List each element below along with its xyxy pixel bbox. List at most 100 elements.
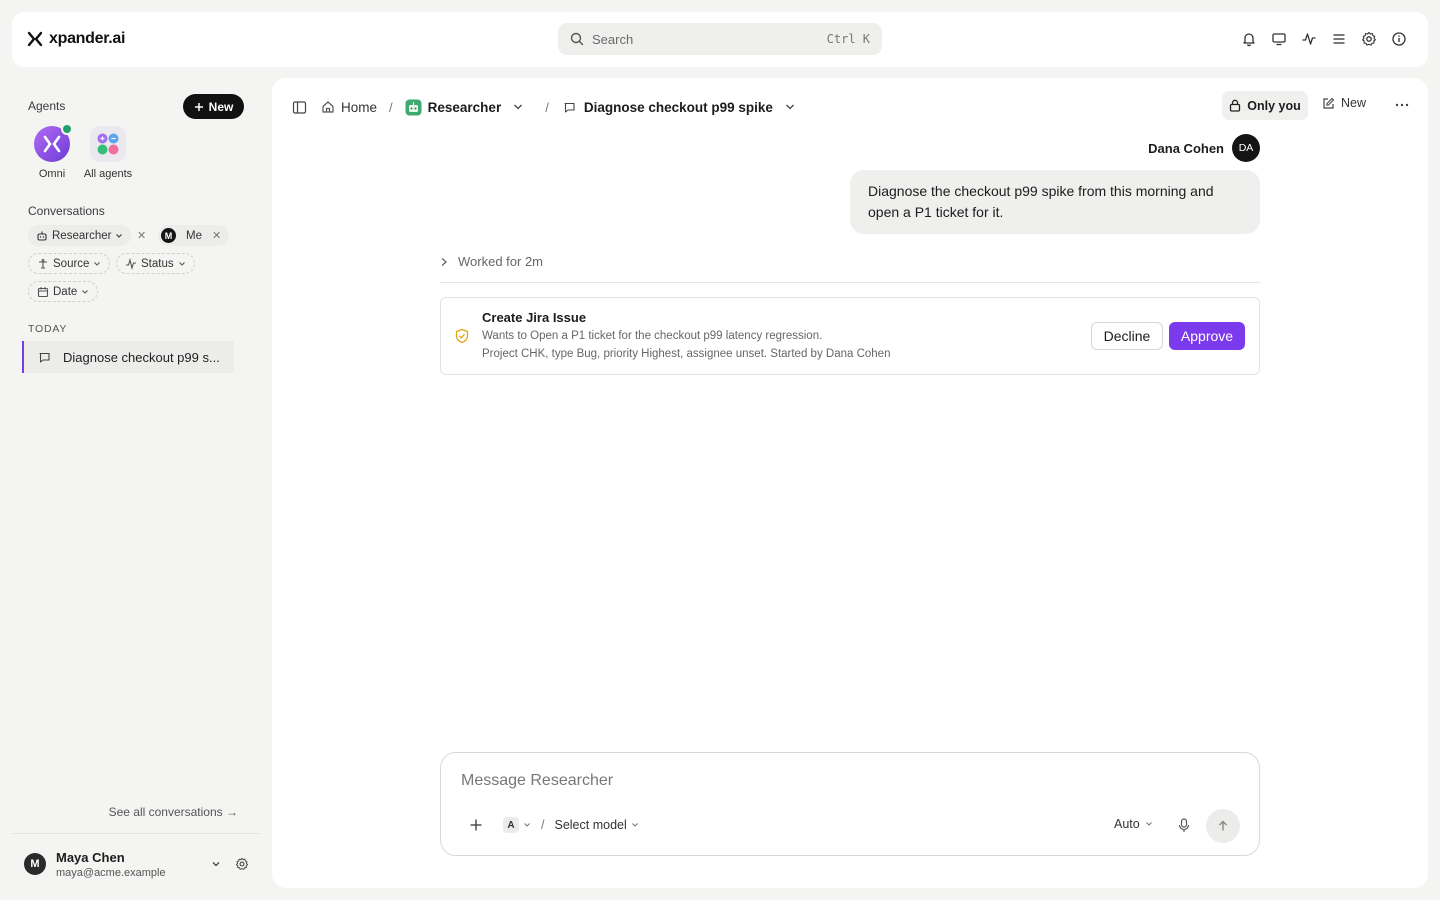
filter-source-label: Source — [53, 257, 90, 270]
visibility-label: Only you — [1247, 98, 1301, 113]
xpander-logo-icon — [27, 31, 43, 47]
filter-date-label: Date — [53, 285, 78, 298]
sidebar-toggle-icon[interactable] — [292, 100, 307, 115]
agents-heading: Agents — [28, 99, 66, 113]
settings-icon[interactable] — [1360, 30, 1378, 48]
user-name: Maya Chen — [56, 849, 125, 865]
send-button[interactable] — [1206, 809, 1240, 843]
chevron-down-icon[interactable] — [211, 859, 221, 869]
omni-avatar — [34, 123, 73, 162]
settings-icon[interactable] — [235, 857, 249, 871]
breadcrumb-separator: / — [389, 99, 393, 115]
user-message: Diagnose the checkout p99 spike from thi… — [850, 170, 1260, 234]
filter-status-label: Status — [141, 257, 174, 270]
message-line: open a P1 ticket for it. — [868, 204, 1004, 220]
home-icon — [321, 100, 335, 114]
avatar: M — [24, 853, 46, 875]
breadcrumb-agent[interactable]: Researcher — [405, 99, 524, 116]
chat-bubble-icon — [563, 101, 576, 114]
conversations-heading: Conversations — [28, 204, 105, 218]
online-status-dot — [61, 123, 73, 135]
lock-icon — [1229, 99, 1241, 112]
microphone-icon[interactable] — [1178, 818, 1190, 833]
decline-button[interactable]: Decline — [1091, 322, 1163, 350]
chevron-down-icon — [785, 102, 795, 112]
list-icon[interactable] — [1330, 30, 1348, 48]
approve-button[interactable]: Approve — [1169, 322, 1245, 350]
attach-plus-icon[interactable] — [469, 818, 483, 832]
chevron-down-icon — [93, 260, 101, 268]
user-profile[interactable]: M Maya Chen maya@acme.example — [24, 846, 249, 882]
section-today: TODAY — [28, 323, 68, 335]
filter-user-chip[interactable]: M Me ✕ — [158, 225, 230, 246]
info-icon[interactable] — [1390, 30, 1408, 48]
agent-all-agents[interactable]: All agents — [78, 126, 138, 180]
remove-agent-filter-icon[interactable]: ✕ — [137, 229, 146, 242]
sidebar: Agents New Omni All agents Conversations… — [12, 78, 260, 888]
message-input[interactable]: Message Researcher — [461, 772, 613, 790]
chevron-down-icon — [81, 288, 89, 296]
message-composer[interactable]: Message Researcher A / Select model Auto — [440, 752, 1260, 856]
filter-source-chip[interactable]: Source — [28, 253, 111, 274]
breadcrumb-separator: / — [545, 99, 549, 115]
filter-agent-chip[interactable]: Researcher — [28, 225, 132, 246]
agent-badge: A — [503, 817, 519, 833]
worked-label: Worked for 2m — [458, 254, 544, 269]
agent-omni[interactable]: Omni — [22, 123, 82, 180]
activity-icon — [125, 257, 137, 270]
monitor-icon[interactable] — [1270, 30, 1288, 48]
visibility-button[interactable]: Only you — [1222, 91, 1308, 120]
chevron-down-icon — [115, 232, 123, 240]
mode-label: Auto — [1114, 817, 1140, 831]
all-agents-icon — [90, 126, 126, 162]
avatar: DA — [1232, 134, 1260, 162]
activity-icon[interactable] — [1300, 30, 1318, 48]
arrow-up-icon — [1217, 820, 1229, 832]
brand-logo[interactable]: xpander.ai — [27, 30, 125, 48]
sender-name: Dana Cohen — [1148, 140, 1224, 156]
worked-toggle[interactable]: Worked for 2m — [440, 254, 543, 269]
model-label: Select model — [554, 818, 627, 832]
source-icon — [37, 258, 49, 270]
calendar-icon — [37, 286, 49, 298]
conversation-title: Diagnose checkout p99 s... — [63, 349, 220, 365]
breadcrumb: Home / Researcher / Diagnose checkout p9… — [292, 96, 795, 118]
chevron-down-icon — [513, 102, 523, 112]
more-options-icon[interactable] — [1392, 95, 1412, 115]
filter-status-chip[interactable]: Status — [116, 253, 195, 274]
chat-bubble-icon — [38, 351, 51, 364]
remove-user-filter-icon[interactable]: ✕ — [212, 229, 221, 242]
breadcrumb-conversation[interactable]: Diagnose checkout p99 spike — [563, 100, 795, 115]
researcher-agent-icon — [405, 99, 422, 116]
approval-description: Wants to Open a P1 ticket for the checko… — [482, 330, 823, 342]
search-input[interactable]: Search Ctrl K — [558, 23, 882, 55]
new-conversation-button[interactable]: New — [1322, 96, 1366, 110]
breadcrumb-home[interactable]: Home — [321, 100, 377, 115]
filter-date-chip[interactable]: Date — [28, 281, 99, 302]
filter-agent-label: Researcher — [52, 229, 112, 242]
agent-all-label: All agents — [83, 168, 133, 180]
breadcrumb-home-label: Home — [341, 99, 378, 115]
approval-card: Create Jira Issue Wants to Open a P1 tic… — [440, 297, 1260, 375]
mode-selector[interactable]: Auto — [1114, 817, 1153, 831]
model-selector[interactable]: A / Select model — [503, 817, 639, 833]
conversation-item[interactable]: Diagnose checkout p99 s... — [22, 341, 234, 373]
search-icon — [570, 32, 584, 46]
message-line: Diagnose the checkout p99 spike from thi… — [868, 183, 1214, 199]
approval-title: Create Jira Issue — [482, 310, 587, 325]
main-panel: Home / Researcher / Diagnose checkout p9… — [272, 78, 1428, 888]
edit-icon — [1322, 97, 1335, 110]
sidebar-divider — [12, 833, 260, 834]
agent-omni-label: Omni — [38, 168, 66, 180]
divider — [440, 282, 1260, 283]
bell-icon[interactable] — [1240, 30, 1258, 48]
breadcrumb-agent-label: Researcher — [427, 99, 502, 115]
model-separator: / — [541, 818, 545, 832]
see-all-conversations-link[interactable]: See all conversations → — [109, 805, 238, 819]
shield-icon — [455, 328, 469, 344]
message-sender: Dana Cohen DA — [1148, 134, 1260, 162]
top-bar: xpander.ai Search Ctrl K — [12, 12, 1428, 67]
new-agent-button[interactable]: New — [183, 94, 244, 119]
search-placeholder: Search — [592, 31, 634, 47]
chevron-down-icon — [523, 821, 531, 829]
